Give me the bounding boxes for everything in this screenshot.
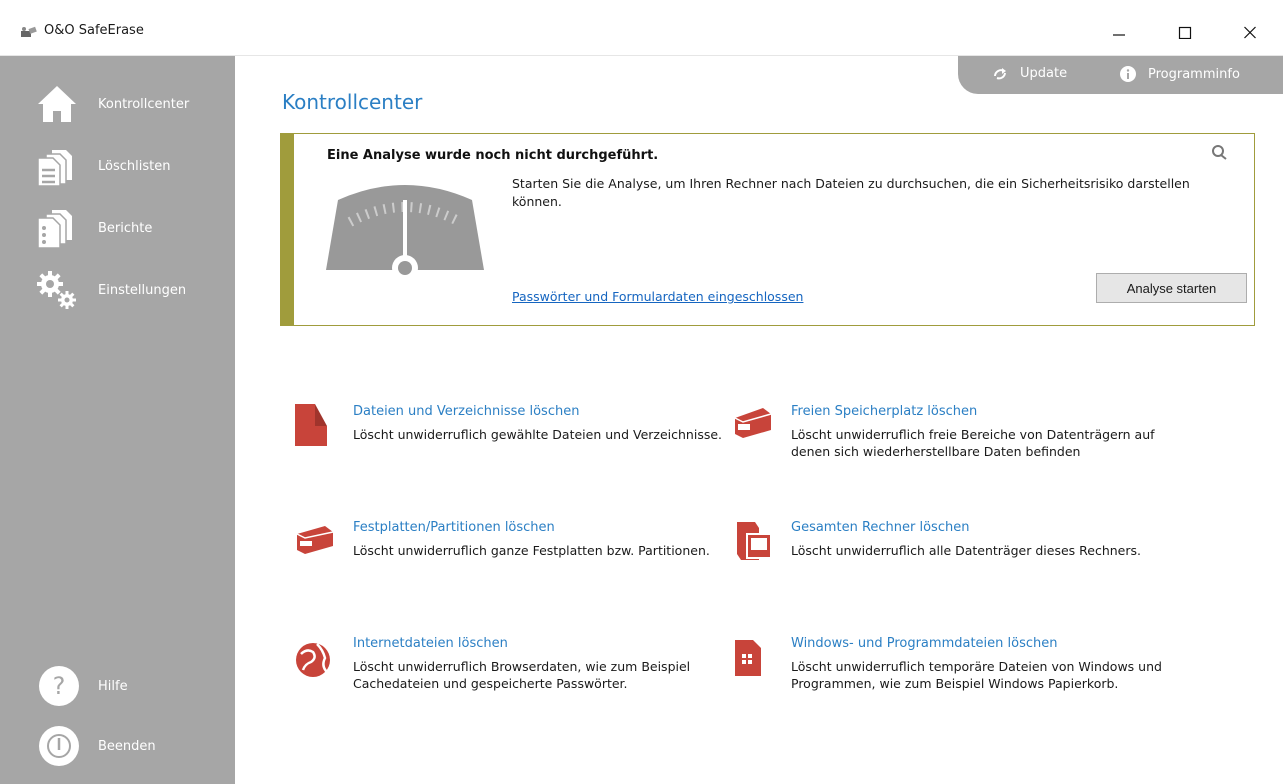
- gears-icon: [37, 271, 76, 309]
- help-icon: ?: [39, 666, 79, 706]
- action-title[interactable]: Internetdateien löschen: [353, 636, 508, 651]
- reports-icon: [37, 210, 72, 248]
- close-button[interactable]: [1227, 14, 1273, 50]
- sidebar-item-berichte[interactable]: Berichte: [0, 202, 235, 254]
- programminfo-label: Programminfo: [1148, 66, 1240, 82]
- close-icon: [1244, 26, 1256, 39]
- action-card-computer[interactable]: Gesamten Rechner löschen Löscht unwiderr…: [733, 520, 1153, 600]
- maximize-icon: [1178, 26, 1192, 39]
- sidebar-item-label: Kontrollcenter: [98, 96, 190, 112]
- update-label: Update: [1020, 66, 1068, 81]
- info-icon: [1120, 66, 1136, 82]
- programminfo-button[interactable]: Programminfo: [1120, 66, 1240, 82]
- computer-icon: [737, 522, 772, 560]
- app-icon: [21, 26, 37, 37]
- action-title[interactable]: Gesamten Rechner löschen: [791, 520, 969, 535]
- action-card-windows[interactable]: Windows- und Programmdateien löschen Lös…: [733, 636, 1162, 716]
- action-description: Löscht unwiderruflich freie Bereiche von…: [791, 427, 1155, 459]
- analysis-headline: Eine Analyse wurde noch nicht durchgefüh…: [327, 148, 659, 163]
- action-description: Löscht unwiderruflich alle Datenträger d…: [791, 543, 1141, 558]
- start-analysis-button[interactable]: Analyse starten: [1096, 273, 1247, 303]
- analysis-panel: Eine Analyse wurde noch nicht durchgefüh…: [280, 133, 1255, 326]
- sidebar-item-label: Berichte: [98, 220, 153, 236]
- sidebar-item-label: Einstellungen: [98, 282, 187, 298]
- sidebar-item-einstellungen[interactable]: Einstellungen: [0, 264, 235, 316]
- action-title[interactable]: Dateien und Verzeichnisse löschen: [353, 404, 579, 419]
- minimize-button[interactable]: [1096, 14, 1142, 50]
- windows-file-icon: [735, 640, 761, 676]
- action-card-files[interactable]: Dateien und Verzeichnisse löschen Löscht…: [295, 404, 722, 484]
- action-card-internet[interactable]: Internetdateien löschen Löscht unwiderru…: [295, 636, 715, 716]
- sidebar-item-kontrollcenter[interactable]: Kontrollcenter: [0, 78, 235, 130]
- sidebar-item-loeschlisten[interactable]: Löschlisten: [0, 140, 235, 192]
- update-button[interactable]: Update: [992, 66, 1067, 81]
- window-title: O&O SafeErase: [44, 23, 144, 38]
- sidebar-item-label: Hilfe: [98, 678, 128, 694]
- action-title[interactable]: Festplatten/Partitionen löschen: [353, 520, 555, 535]
- power-icon: [39, 726, 79, 766]
- search-settings-icon[interactable]: [1211, 144, 1229, 160]
- free-space-icon: [734, 408, 772, 438]
- maximize-button[interactable]: [1162, 14, 1208, 50]
- globe-icon: [296, 643, 330, 677]
- action-card-freespace[interactable]: Freien Speicherplatz löschen Löscht unwi…: [733, 404, 1155, 484]
- minimize-icon: [1113, 34, 1125, 36]
- title-bar: O&O SafeErase: [0, 0, 1283, 56]
- action-description: Löscht unwiderruflich temporäre Dateien …: [791, 659, 1162, 691]
- lists-icon: [37, 150, 72, 186]
- action-description: Löscht unwiderruflich Browserdaten, wie …: [353, 659, 691, 691]
- top-tab: Update Programminfo: [958, 56, 1283, 94]
- passwords-link[interactable]: Passwörter und Formulardaten eingeschlos…: [512, 289, 803, 304]
- page-title: Kontrollcenter: [282, 90, 423, 114]
- refresh-icon: [994, 67, 1006, 79]
- action-title[interactable]: Freien Speicherplatz löschen: [791, 404, 977, 419]
- home-icon: [38, 86, 76, 122]
- sidebar-item-label: Beenden: [98, 738, 156, 754]
- sidebar-item-label: Löschlisten: [98, 158, 171, 174]
- analysis-description: Starten Sie die Analyse, um Ihren Rechne…: [512, 176, 1190, 209]
- sidebar-item-hilfe[interactable]: ? Hilfe: [0, 660, 235, 712]
- action-description: Löscht unwiderruflich ganze Festplatten …: [353, 543, 710, 558]
- files-delete-icon: [295, 404, 327, 446]
- hard-drive-icon: [296, 526, 334, 554]
- action-card-partitions[interactable]: Festplatten/Partitionen löschen Löscht u…: [295, 520, 715, 600]
- gauge-icon: [326, 185, 484, 281]
- action-title[interactable]: Windows- und Programmdateien löschen: [791, 636, 1058, 651]
- sidebar-item-beenden[interactable]: Beenden: [0, 720, 235, 772]
- sidebar: Kontrollcenter Löschlisten Berichte Eins…: [0, 56, 235, 784]
- action-description: Löscht unwiderruflich gewählte Dateien u…: [353, 427, 723, 442]
